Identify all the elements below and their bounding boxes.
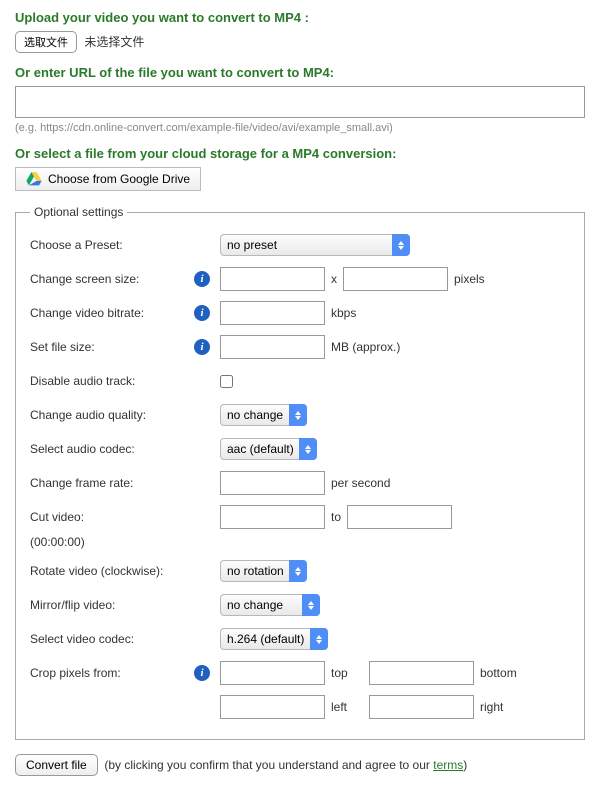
mirror-label: Mirror/flip video:	[30, 598, 212, 612]
rotate-select[interactable]: no rotation	[220, 560, 307, 582]
video-codec-select[interactable]: h.264 (default)	[220, 628, 328, 650]
info-icon[interactable]: i	[194, 339, 210, 355]
kbps-label: kbps	[331, 306, 356, 320]
cloud-heading: Or select a file from your cloud storage…	[15, 146, 585, 161]
audio-codec-row: Select audio codec: aac (default)	[30, 437, 570, 461]
google-drive-button[interactable]: Choose from Google Drive	[15, 167, 201, 191]
crop-row-1: Crop pixels from: i top bottom	[30, 661, 570, 685]
crop-bottom-input[interactable]	[369, 661, 474, 685]
disable-audio-label: Disable audio track:	[30, 374, 212, 388]
cut-from-input[interactable]	[220, 505, 325, 529]
preset-row: Choose a Preset: no preset	[30, 233, 570, 257]
rotate-label: Rotate video (clockwise):	[30, 564, 212, 578]
disable-audio-row: Disable audio track:	[30, 369, 570, 393]
framerate-input[interactable]	[220, 471, 325, 495]
mb-label: MB (approx.)	[331, 340, 400, 354]
crop-top-input[interactable]	[220, 661, 325, 685]
upload-heading: Upload your video you want to convert to…	[15, 10, 585, 25]
terms-link[interactable]: terms	[433, 758, 463, 772]
mirror-select[interactable]: no change	[220, 594, 320, 616]
cut-hint: (00:00:00)	[30, 535, 570, 549]
crop-label: Crop pixels from:	[30, 666, 194, 680]
pixels-label: pixels	[454, 272, 485, 286]
filesize-label: Set file size:	[30, 340, 194, 354]
no-file-label: 未选择文件	[84, 35, 144, 49]
left-label: left	[331, 700, 363, 714]
bottom-label: bottom	[480, 666, 517, 680]
url-example: (e.g. https://cdn.online-convert.com/exa…	[15, 122, 585, 134]
x-label: x	[331, 272, 337, 286]
choose-file-button[interactable]: 选取文件	[15, 31, 77, 53]
cut-to-input[interactable]	[347, 505, 452, 529]
top-label: top	[331, 666, 363, 680]
crop-left-input[interactable]	[220, 695, 325, 719]
info-icon[interactable]: i	[194, 305, 210, 321]
optional-settings-fieldset: Optional settings Choose a Preset: no pr…	[15, 205, 585, 740]
audio-codec-label: Select audio codec:	[30, 442, 212, 456]
mirror-row: Mirror/flip video: no change	[30, 593, 570, 617]
cut-label: Cut video:	[30, 510, 212, 524]
audio-quality-select[interactable]: no change	[220, 404, 307, 426]
crop-right-input[interactable]	[369, 695, 474, 719]
preset-label: Choose a Preset:	[30, 238, 212, 252]
disclaimer-pre: (by clicking you confirm that you unders…	[104, 758, 433, 772]
screen-size-row: Change screen size: i x pixels	[30, 267, 570, 291]
right-label: right	[480, 700, 503, 714]
framerate-row: Change frame rate: per second	[30, 471, 570, 495]
audio-quality-label: Change audio quality:	[30, 408, 212, 422]
optional-legend: Optional settings	[30, 205, 127, 219]
preset-select[interactable]: no preset	[220, 234, 410, 256]
screen-height-input[interactable]	[343, 267, 448, 291]
crop-row-2: left right	[30, 695, 570, 719]
audio-codec-select[interactable]: aac (default)	[220, 438, 317, 460]
filesize-input[interactable]	[220, 335, 325, 359]
persecond-label: per second	[331, 476, 390, 490]
google-drive-label: Choose from Google Drive	[48, 172, 190, 186]
convert-button[interactable]: Convert file	[15, 754, 98, 776]
info-icon[interactable]: i	[194, 665, 210, 681]
video-codec-label: Select video codec:	[30, 632, 212, 646]
cut-row: Cut video: to	[30, 505, 570, 529]
bitrate-label: Change video bitrate:	[30, 306, 194, 320]
google-drive-icon	[26, 172, 42, 186]
file-row: 选取文件 未选择文件	[15, 31, 585, 53]
info-icon[interactable]: i	[194, 271, 210, 287]
disclaimer-post: )	[463, 758, 467, 772]
url-heading: Or enter URL of the file you want to con…	[15, 65, 585, 80]
screen-width-input[interactable]	[220, 267, 325, 291]
rotate-row: Rotate video (clockwise): no rotation	[30, 559, 570, 583]
submit-row: Convert file (by clicking you confirm th…	[15, 754, 585, 776]
audio-quality-row: Change audio quality: no change	[30, 403, 570, 427]
framerate-label: Change frame rate:	[30, 476, 212, 490]
screen-size-label: Change screen size:	[30, 272, 194, 286]
bitrate-row: Change video bitrate: i kbps	[30, 301, 570, 325]
video-codec-row: Select video codec: h.264 (default)	[30, 627, 570, 651]
to-label: to	[331, 510, 341, 524]
bitrate-input[interactable]	[220, 301, 325, 325]
filesize-row: Set file size: i MB (approx.)	[30, 335, 570, 359]
url-input[interactable]	[15, 86, 585, 118]
disable-audio-checkbox[interactable]	[220, 375, 233, 388]
